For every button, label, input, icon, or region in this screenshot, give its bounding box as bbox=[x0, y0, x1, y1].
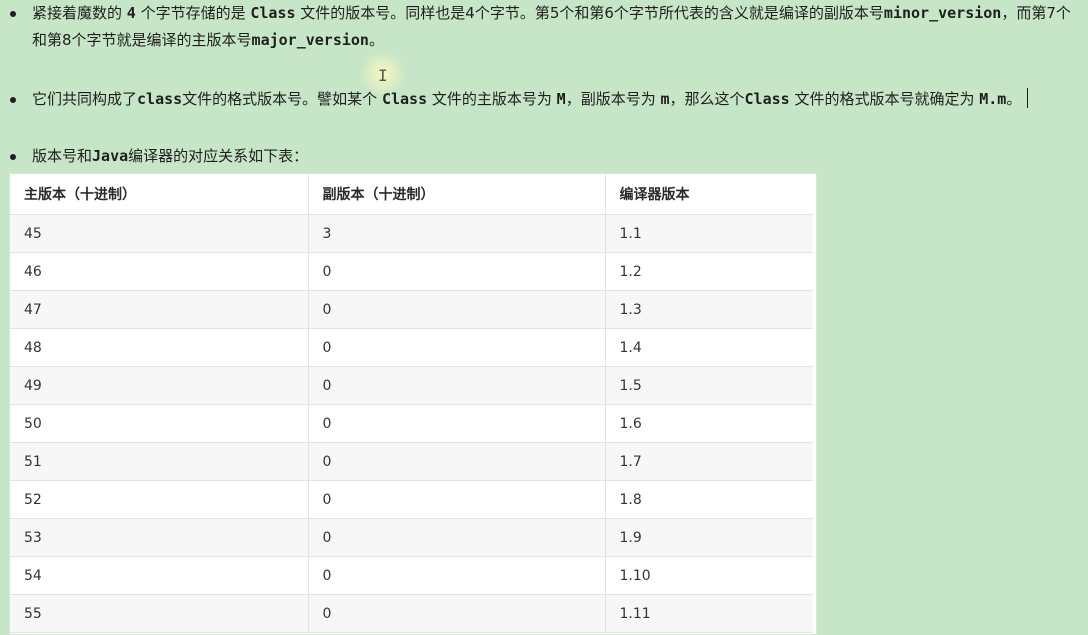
cell-major: 55 bbox=[10, 594, 309, 633]
code-span: M bbox=[556, 90, 566, 108]
cell-compiler: 1.11 bbox=[605, 594, 813, 633]
cell-major: 46 bbox=[10, 252, 309, 291]
cell-compiler: 1.3 bbox=[605, 290, 813, 329]
cell-compiler: 1.6 bbox=[605, 404, 813, 443]
cell-minor: 0 bbox=[308, 594, 606, 633]
text-span: 文件的格式版本号就确定为 bbox=[789, 90, 980, 108]
cell-minor: 3 bbox=[308, 214, 606, 253]
header-minor-version: 副版本（十进制） bbox=[308, 174, 606, 215]
text-span: 编译器的对应关系如下表： bbox=[128, 147, 309, 165]
header-major-version: 主版本（十进制） bbox=[10, 174, 309, 215]
code-span: Class bbox=[744, 90, 790, 108]
code-span: m bbox=[660, 90, 670, 108]
text-span: 它们共同构成了 bbox=[32, 90, 138, 108]
cell-compiler: 1.9 bbox=[605, 518, 813, 557]
cell-compiler: 1.10 bbox=[605, 556, 813, 595]
code-span: Java bbox=[92, 147, 129, 165]
cell-compiler: 1.4 bbox=[605, 328, 813, 367]
cell-minor: 0 bbox=[308, 252, 606, 291]
cell-major: 51 bbox=[10, 442, 309, 481]
table-row: 55 0 1.11 bbox=[10, 594, 813, 633]
cell-compiler: 1.5 bbox=[605, 366, 813, 405]
table-header-row: 主版本（十进制） 副版本（十进制） 编译器版本 bbox=[10, 174, 813, 215]
text-span: 文件的主版本号为 bbox=[427, 90, 557, 108]
code-span: major_version bbox=[251, 31, 369, 49]
text-cursor-icon: I bbox=[378, 66, 388, 85]
bullet-text[interactable]: 紧接着魔数的 4 个字节存储的是 Class 文件的版本号。同样也是4个字节。第… bbox=[32, 0, 1072, 54]
text-span: 个字节存储的是 bbox=[135, 4, 251, 22]
bullet-dot bbox=[10, 97, 16, 103]
bullet-text[interactable]: 版本号和Java编译器的对应关系如下表： bbox=[32, 143, 1072, 170]
cell-compiler: 1.2 bbox=[605, 252, 813, 291]
cell-minor: 0 bbox=[308, 480, 606, 519]
cell-major: 45 bbox=[10, 214, 309, 253]
cell-minor: 0 bbox=[308, 518, 606, 557]
table-row: 54 0 1.10 bbox=[10, 556, 813, 595]
table-row: 49 0 1.5 bbox=[10, 366, 813, 405]
text-span: ，副版本号为 bbox=[565, 90, 661, 108]
text-span: 。 bbox=[1006, 90, 1022, 108]
cell-minor: 0 bbox=[308, 442, 606, 481]
text-span: ，那么这个 bbox=[669, 90, 745, 108]
code-span: 4 bbox=[126, 4, 136, 22]
cell-major: 48 bbox=[10, 328, 309, 367]
text-span: 文件的格式版本号。譬如某个 bbox=[182, 90, 382, 108]
bullet-dot bbox=[10, 154, 16, 160]
cell-major: 50 bbox=[10, 404, 309, 443]
cell-major: 47 bbox=[10, 290, 309, 329]
version-table: 主版本（十进制） 副版本（十进制） 编译器版本 45 3 1.1 46 0 1.2 47 0 1… bbox=[9, 173, 817, 635]
table-body: 45 3 1.1 46 0 1.2 47 0 1.3 48 0 1.4 49 0 1.5 50 0 1.6 51 0 1… bbox=[10, 214, 813, 633]
table-row: 53 0 1.9 bbox=[10, 518, 813, 557]
text-span: 紧接着魔数的 bbox=[32, 4, 127, 22]
cell-minor: 0 bbox=[308, 556, 606, 595]
cell-minor: 0 bbox=[308, 290, 606, 329]
bullet-text[interactable]: 它们共同构成了class文件的格式版本号。譬如某个 Class 文件的主版本号为… bbox=[32, 86, 1072, 113]
code-span: class bbox=[137, 90, 183, 108]
cell-compiler: 1.8 bbox=[605, 480, 813, 519]
table-row: 50 0 1.6 bbox=[10, 404, 813, 443]
version-table-grid: 主版本（十进制） 副版本（十进制） 编译器版本 45 3 1.1 46 0 1.2 47 0 1… bbox=[10, 174, 813, 633]
cell-major: 54 bbox=[10, 556, 309, 595]
table-row: 51 0 1.7 bbox=[10, 442, 813, 481]
cell-minor: 0 bbox=[308, 366, 606, 405]
cell-minor: 0 bbox=[308, 404, 606, 443]
code-span: Class bbox=[250, 4, 296, 22]
code-span: minor_version bbox=[883, 4, 1002, 22]
table-row: 52 0 1.8 bbox=[10, 480, 813, 519]
cell-minor: 0 bbox=[308, 328, 606, 367]
text-span: 。 bbox=[368, 31, 384, 49]
cell-compiler: 1.1 bbox=[605, 214, 813, 253]
code-span: M.m bbox=[979, 90, 1007, 108]
table-row: 48 0 1.4 bbox=[10, 328, 813, 367]
text-span: 版本号和 bbox=[32, 147, 93, 165]
table-row: 45 3 1.1 bbox=[10, 214, 813, 253]
header-compiler-version: 编译器版本 bbox=[605, 174, 813, 215]
text-span: 文件的版本号。同样也是4个字节。第5个和第6个字节所代表的含义就是编译的副版本号 bbox=[295, 4, 884, 22]
table-row: 46 0 1.2 bbox=[10, 252, 813, 291]
table-row: 47 0 1.3 bbox=[10, 290, 813, 329]
bullet-dot bbox=[10, 11, 16, 17]
cell-major: 52 bbox=[10, 480, 309, 519]
text-caret bbox=[1027, 88, 1029, 108]
cell-major: 49 bbox=[10, 366, 309, 405]
cell-compiler: 1.7 bbox=[605, 442, 813, 481]
cell-major: 53 bbox=[10, 518, 309, 557]
